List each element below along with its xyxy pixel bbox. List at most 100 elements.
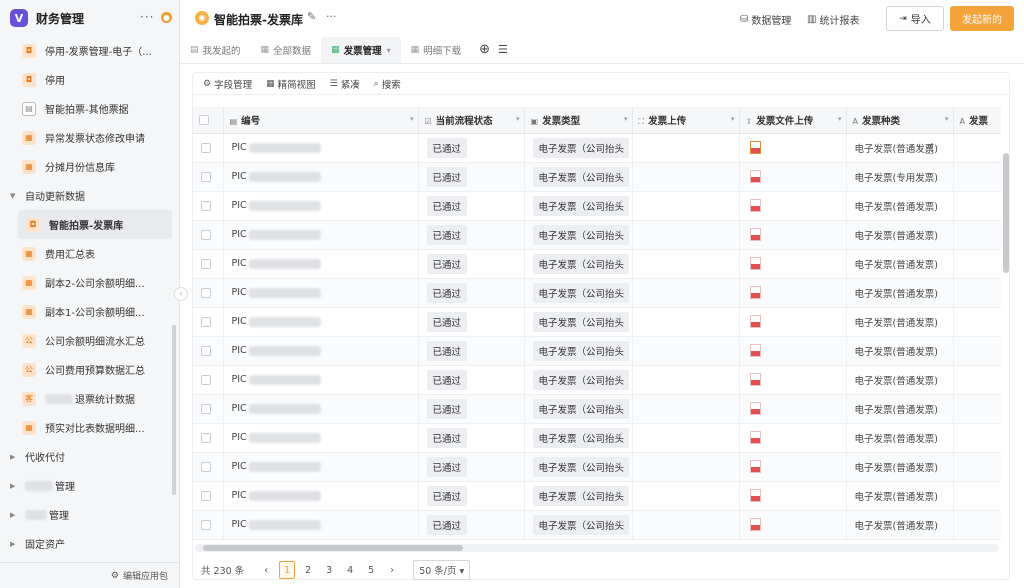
pdf-file-icon[interactable] — [749, 170, 761, 183]
invoice-file-cell[interactable] — [739, 365, 847, 395]
row-checkbox[interactable] — [201, 142, 211, 153]
sidebar-item[interactable]: ▦ 异常发票状态修改申请 — [0, 123, 172, 152]
invoice-file-cell[interactable] — [739, 220, 847, 250]
more-icon[interactable]: ··· — [140, 10, 154, 24]
row-checkbox[interactable] — [201, 432, 211, 443]
table-row[interactable]: PIC 已通过 电子发票（公司抬头 电子发票(普通发票) — [193, 336, 1001, 366]
sidebar-item[interactable]: ◘ 智能拍票-发票库 — [18, 210, 172, 239]
edit-icon[interactable]: ✎ — [307, 10, 316, 23]
column-header[interactable]: ⛶ 发票上传 ▾ — [632, 107, 740, 134]
table-row[interactable]: PIC 已通过 电子发票（公司抬头 电子发票(普通发票) — [193, 307, 1001, 337]
page-button[interactable]: 5 — [363, 561, 379, 579]
invoice-upload-cell[interactable] — [632, 191, 740, 221]
tab-1[interactable]: ▤ 我发起的 — [180, 37, 251, 63]
horizontal-scrollbar[interactable] — [195, 544, 999, 552]
invoice-upload-cell[interactable] — [632, 423, 740, 453]
invoice-upload-cell[interactable] — [632, 510, 740, 540]
sidebar-item[interactable]: ▦ 副本2-公司余额明细... — [0, 268, 172, 297]
new-record-button[interactable]: 发起新的 — [950, 6, 1014, 31]
page-button[interactable]: 3 — [321, 561, 337, 579]
invoice-file-cell[interactable] — [739, 249, 847, 279]
row-checkbox[interactable] — [201, 258, 211, 269]
prev-page-icon[interactable]: ‹ — [258, 561, 274, 579]
row-select-cell[interactable] — [193, 220, 224, 250]
row-select-cell[interactable] — [193, 510, 224, 540]
vertical-scroll-thumb[interactable] — [1003, 153, 1009, 273]
row-checkbox[interactable] — [201, 490, 211, 501]
chevron-down-icon[interactable]: ▾ — [516, 115, 520, 123]
sidebar-item[interactable]: ▦ 费用汇总表 — [0, 239, 172, 268]
select-all-checkbox[interactable] — [199, 114, 209, 125]
row-select-cell[interactable] — [193, 423, 224, 453]
chevron-down-icon[interactable]: ▾ — [838, 115, 842, 123]
notification-dot-icon[interactable]: ● — [161, 12, 172, 23]
invoice-upload-cell[interactable] — [632, 307, 740, 337]
column-header[interactable]: ▤ 编号 ▾ — [223, 107, 419, 134]
table-row[interactable]: PIC 已通过 电子发票（公司抬头 电子发票(普通发票) — [193, 133, 1001, 163]
sidebar-group[interactable]: ▶ 管理 — [0, 500, 180, 529]
next-page-icon[interactable]: › — [384, 561, 400, 579]
edit-package-button[interactable]: ⚙ 编辑应用包 — [0, 562, 180, 588]
pdf-file-icon[interactable] — [749, 257, 761, 270]
sidebar-group[interactable]: ▶ 代收代付 — [0, 442, 180, 471]
row-select-cell[interactable] — [193, 365, 224, 395]
sidebar-item[interactable]: 公公司余额明细流水汇总 — [0, 326, 172, 355]
invoice-upload-cell[interactable] — [632, 249, 740, 279]
sidebar-item[interactable]: ▦ 分摊月份信息库 — [0, 152, 172, 181]
page-button[interactable]: 4 — [342, 561, 358, 579]
table-row[interactable]: PIC 已通过 电子发票（公司抬头 电子发票(普通发票) — [193, 365, 1001, 395]
add-tab-icon[interactable]: ⊕ — [479, 37, 490, 63]
pdf-file-icon[interactable] — [749, 402, 761, 415]
data-manage-button[interactable]: ⛁ 数据管理 — [740, 12, 791, 27]
invoice-file-cell[interactable] — [739, 336, 847, 366]
invoice-file-cell[interactable] — [739, 481, 847, 511]
stats-report-button[interactable]: ▥ 统计报表 — [807, 12, 859, 27]
pdf-file-icon[interactable] — [749, 286, 761, 299]
sidebar-item[interactable]: 公公司费用预算数据汇总 — [0, 355, 172, 384]
invoice-upload-cell[interactable] — [632, 452, 740, 482]
table-row[interactable]: PIC 已通过 电子发票（公司抬头 电子发票(普通发票) — [193, 481, 1001, 511]
row-select-cell[interactable] — [193, 307, 224, 337]
invoice-upload-cell[interactable] — [632, 162, 740, 192]
row-checkbox[interactable] — [201, 229, 211, 240]
import-button[interactable]: ⇥ 导入 — [886, 6, 944, 31]
select-all-header[interactable] — [193, 107, 224, 134]
more-options-icon[interactable]: ··· — [326, 10, 337, 23]
column-header[interactable]: ⇧ 发票文件上传 ▾ — [739, 107, 847, 134]
row-checkbox[interactable] — [201, 316, 211, 327]
table-row[interactable]: PIC 已通过 电子发票（公司抬头 电子发票(普通发票) — [193, 249, 1001, 279]
table-row[interactable]: PIC 已通过 电子发票（公司抬头 电子发票(普通发票) — [193, 394, 1001, 424]
invoice-file-cell[interactable] — [739, 510, 847, 540]
table-row[interactable]: PIC 已通过 电子发票（公司抬头 电子发票(普通发票) — [193, 510, 1001, 540]
tab-4[interactable]: ▦ 明细下载 — [401, 37, 472, 63]
table-row[interactable]: PIC 已通过 电子发票（公司抬头 电子发票(专用发票) — [193, 162, 1001, 192]
pdf-file-icon[interactable] — [749, 141, 761, 154]
sidebar-item[interactable]: ▦ 副本1-公司余额明细... — [0, 297, 172, 326]
page-button[interactable]: 1 — [279, 561, 296, 579]
vertical-scrollbar[interactable] — [1003, 133, 1009, 543]
row-select-cell[interactable] — [193, 249, 224, 279]
tab-list-icon[interactable]: ☰ — [498, 37, 508, 63]
row-checkbox[interactable] — [201, 200, 211, 211]
row-checkbox[interactable] — [201, 345, 211, 356]
invoice-upload-cell[interactable] — [632, 394, 740, 424]
sidebar-item[interactable]: 客 退票统计数据 — [0, 384, 172, 413]
sidebar-item[interactable]: ◘ 停用 — [0, 65, 172, 94]
field-manage-button[interactable]: ⚙ 字段管理 — [203, 77, 252, 91]
chevron-down-icon[interactable]: ▾ — [410, 115, 414, 123]
row-select-cell[interactable] — [193, 278, 224, 308]
compact-view-button[interactable]: ▦ 精简视图 — [266, 77, 316, 91]
sidebar-group[interactable]: ▶ 固定资产 — [0, 529, 180, 558]
column-header[interactable]: ▣ 发票类型 ▾ — [524, 107, 633, 134]
page-size-select[interactable]: 50 条/页 ▾ — [413, 560, 471, 580]
invoice-upload-cell[interactable] — [632, 481, 740, 511]
invoice-upload-cell[interactable] — [632, 278, 740, 308]
row-select-cell[interactable] — [193, 394, 224, 424]
column-header[interactable]: A 发票种类 ▾ — [846, 107, 954, 134]
chevron-down-icon[interactable]: ▾ — [945, 115, 949, 123]
invoice-file-cell[interactable] — [739, 278, 847, 308]
pdf-file-icon[interactable] — [749, 373, 761, 386]
chevron-down-icon[interactable]: ▾ — [624, 115, 628, 123]
table-row[interactable]: PIC 已通过 电子发票（公司抬头 电子发票(普通发票) — [193, 452, 1001, 482]
density-button[interactable]: ☰ 紧凑 — [330, 77, 360, 91]
